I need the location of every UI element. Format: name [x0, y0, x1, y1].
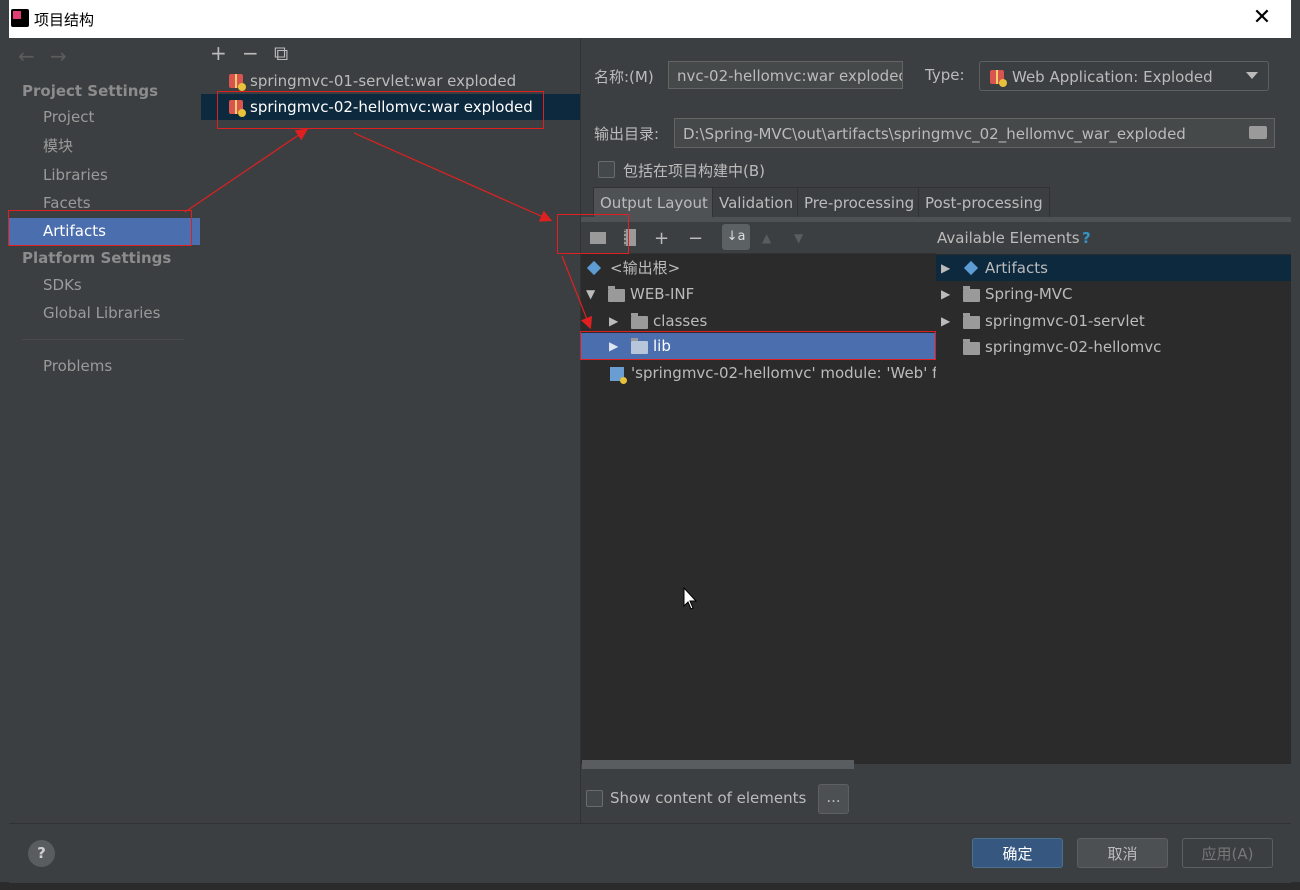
add-artifact-icon[interactable]: +	[210, 43, 227, 63]
copy-artifact-icon[interactable]: ⧉	[274, 43, 288, 63]
tab-strip-underline	[581, 217, 1291, 222]
sidebar-item-sdks[interactable]: SDKs	[9, 272, 200, 299]
window-title: 项目结构	[34, 11, 95, 29]
output-dir-value: D:\Spring-MVC\out\artifacts\springmvc_02…	[683, 125, 1186, 143]
remove-element-icon[interactable]: −	[688, 228, 703, 249]
show-content-options-button[interactable]: ...	[818, 784, 849, 814]
module-folder-icon	[963, 339, 980, 355]
add-copy-icon[interactable]: +	[654, 228, 669, 249]
new-directory-icon[interactable]	[590, 232, 606, 244]
sidebar-divider	[22, 339, 184, 340]
available-item-label: springmvc-01-servlet	[985, 312, 1145, 330]
create-archive-icon[interactable]	[624, 229, 636, 246]
type-value: Web Application: Exploded	[1012, 68, 1213, 86]
output-root-icon	[586, 260, 602, 276]
module-icon	[610, 367, 627, 384]
module-folder-icon	[963, 313, 980, 329]
expanded-triangle-icon[interactable]: ▼	[586, 281, 595, 307]
collapsed-triangle-icon[interactable]: ▶	[609, 333, 618, 359]
sidebar-item-modules[interactable]: 模块	[9, 133, 200, 160]
title-bar	[9, 0, 1291, 38]
gift-icon	[229, 100, 246, 117]
available-item-spring-mvc[interactable]: ▶ Spring-MVC	[936, 281, 1291, 307]
gift-icon	[229, 74, 246, 91]
available-item-label: springmvc-02-hellomvc	[985, 338, 1162, 356]
type-label: Type:	[925, 66, 965, 84]
module-folder-icon	[963, 286, 980, 302]
help-button[interactable]: ?	[28, 840, 55, 867]
project-settings-header: Project Settings	[22, 82, 159, 100]
collapsed-triangle-icon[interactable]: ▶	[941, 255, 950, 281]
remove-artifact-icon[interactable]: −	[242, 43, 259, 63]
artifacts-list-panel	[201, 38, 581, 823]
background-window-edge-bottom	[0, 882, 1300, 890]
artifact-row-selected[interactable]: springmvc-02-hellomvc:war exploded	[201, 94, 580, 120]
collapsed-triangle-icon[interactable]: ▶	[609, 308, 618, 334]
tree-item-label: WEB-INF	[630, 285, 695, 303]
tab-post-processing[interactable]: Post-processing	[918, 187, 1050, 219]
move-down-icon[interactable]: ▼	[794, 231, 803, 245]
sidebar-item-problems[interactable]: Problems	[9, 353, 200, 380]
folder-icon	[631, 338, 648, 354]
available-item-springmvc-02-hellomvc[interactable]: springmvc-02-hellomvc	[936, 334, 1291, 360]
cancel-button[interactable]: 取消	[1077, 838, 1168, 868]
gift-icon	[990, 70, 1007, 87]
tree-item-label: lib	[653, 337, 671, 355]
background-window-edge-right	[1291, 0, 1300, 890]
back-arrow-icon[interactable]: ←	[18, 44, 35, 68]
available-elements-title: Available Elements	[937, 229, 1080, 247]
tab-validation[interactable]: Validation	[712, 187, 801, 219]
include-in-build-checkbox[interactable]	[598, 161, 615, 178]
forward-arrow-icon[interactable]: →	[50, 44, 67, 68]
collapsed-triangle-icon[interactable]: ▶	[941, 281, 950, 307]
name-label: 名称:(M)	[594, 68, 654, 86]
show-content-label: Show content of elements	[610, 789, 807, 807]
artifact-label: springmvc-01-servlet:war exploded	[250, 72, 517, 90]
mouse-cursor-icon	[683, 587, 697, 610]
browse-folder-icon[interactable]	[1249, 126, 1267, 139]
name-field[interactable]: nvc-02-hellomvc:war exploded	[668, 61, 903, 89]
tree-item-web-inf[interactable]: ▼ WEB-INF	[581, 281, 936, 307]
artifact-row[interactable]: springmvc-01-servlet:war exploded	[201, 68, 580, 94]
platform-settings-header: Platform Settings	[22, 249, 172, 267]
sidebar-item-global-libraries[interactable]: Global Libraries	[9, 300, 200, 327]
sort-elements-toggle[interactable]: ↓a z	[722, 224, 750, 270]
sidebar-item-libraries[interactable]: Libraries	[9, 162, 200, 189]
close-button[interactable]: ✕	[1250, 6, 1274, 30]
sidebar-item-artifacts[interactable]: Artifacts	[9, 218, 200, 245]
artifacts-icon	[963, 260, 979, 276]
folder-icon	[631, 313, 648, 329]
artifact-label: springmvc-02-hellomvc:war exploded	[250, 98, 533, 116]
include-in-build-label: 包括在项目构建中(B)	[623, 162, 765, 180]
collapsed-triangle-icon[interactable]: ▶	[941, 308, 950, 334]
intellij-app-icon	[11, 9, 29, 27]
available-item-label: Spring-MVC	[985, 285, 1073, 303]
output-dir-field[interactable]: D:\Spring-MVC\out\artifacts\springmvc_02…	[674, 118, 1275, 148]
help-icon[interactable]: ?	[1082, 229, 1091, 247]
apply-button[interactable]: 应用(A)	[1182, 838, 1273, 868]
sidebar-item-facets[interactable]: Facets	[9, 190, 200, 217]
ok-button[interactable]: 确定	[972, 838, 1063, 868]
tree-item-module-facet[interactable]: 'springmvc-02-hellomvc' module: 'Web' fa	[581, 360, 936, 386]
chevron-down-icon	[1246, 72, 1258, 79]
tree-item-label: 'springmvc-02-hellomvc' module: 'Web' fa	[631, 364, 936, 382]
output-dir-label: 输出目录:	[594, 125, 660, 143]
horizontal-scrollbar[interactable]	[582, 760, 854, 769]
tree-item-label: classes	[653, 312, 708, 330]
type-select[interactable]: Web Application: Exploded	[979, 61, 1269, 91]
tree-item-lib[interactable]: ▶ lib	[581, 333, 935, 359]
show-content-checkbox[interactable]	[586, 790, 603, 807]
available-item-artifacts[interactable]: ▶ Artifacts	[936, 255, 1291, 281]
tree-item-label: <输出根>	[610, 259, 681, 277]
sidebar-item-project[interactable]: Project	[9, 104, 200, 131]
move-up-icon[interactable]: ▲	[762, 231, 771, 245]
background-window-edge-left	[0, 0, 9, 890]
tab-output-layout[interactable]: Output Layout	[593, 187, 715, 219]
folder-icon	[608, 286, 625, 302]
available-item-label: Artifacts	[985, 259, 1048, 277]
tree-item-output-root[interactable]: <输出根>	[581, 255, 936, 281]
available-item-springmvc-01-servlet[interactable]: ▶ springmvc-01-servlet	[936, 308, 1291, 334]
tree-item-classes[interactable]: ▶ classes	[581, 308, 936, 334]
tab-pre-processing[interactable]: Pre-processing	[797, 187, 922, 219]
